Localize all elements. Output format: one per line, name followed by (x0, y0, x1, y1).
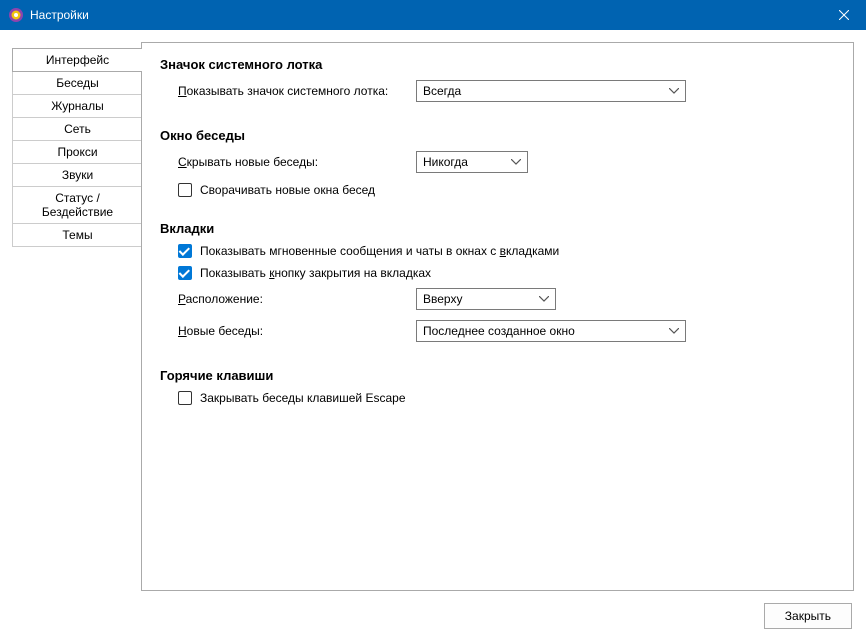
hide-new-convs-select[interactable]: Никогда (416, 151, 528, 173)
show-tray-label: Показывать значок системного лотка: (178, 84, 408, 98)
close-button[interactable]: Закрыть (764, 603, 852, 629)
close-window-button[interactable] (821, 0, 866, 30)
tab-placement-select[interactable]: Вверху (416, 288, 556, 310)
new-convs-select[interactable]: Последнее созданное окно (416, 320, 686, 342)
close-with-escape-label: Закрывать беседы клавишей Escape (200, 391, 406, 405)
section-convwin-title: Окно беседы (160, 128, 835, 143)
window-title: Настройки (30, 8, 89, 22)
section-tray-title: Значок системного лотка (160, 57, 835, 72)
show-im-tabs-checkbox[interactable] (178, 244, 192, 258)
tab-conversations[interactable]: Беседы (12, 71, 142, 95)
show-tray-select[interactable]: Всегда (416, 80, 686, 102)
footer: Закрыть (0, 603, 866, 643)
show-close-on-tabs-label: Показывать кнопку закрытия на вкладках (200, 266, 431, 280)
tab-network[interactable]: Сеть (12, 117, 142, 141)
section-hotkeys-title: Горячие клавиши (160, 368, 835, 383)
content-area: Интерфейс Беседы Журналы Сеть Прокси Зву… (0, 30, 866, 603)
tab-placement-label: Расположение: (178, 292, 408, 306)
hide-new-convs-label: Скрывать новые беседы: (178, 155, 408, 169)
minimize-new-windows-label: Сворачивать новые окна бесед (200, 183, 375, 197)
tab-status-idle[interactable]: Статус / Бездействие (12, 186, 142, 224)
tabs-list: Интерфейс Беседы Журналы Сеть Прокси Зву… (12, 42, 142, 603)
section-tabs-title: Вкладки (160, 221, 835, 236)
new-convs-label: Новые беседы: (178, 324, 408, 338)
show-im-tabs-label: Показывать мгновенные сообщения и чаты в… (200, 244, 559, 258)
tab-logs[interactable]: Журналы (12, 94, 142, 118)
settings-panel: Значок системного лотка Показывать значо… (141, 42, 854, 591)
tab-themes[interactable]: Темы (12, 223, 142, 247)
app-icon (8, 7, 24, 23)
close-with-escape-checkbox[interactable] (178, 391, 192, 405)
show-close-on-tabs-checkbox[interactable] (178, 266, 192, 280)
tab-interface[interactable]: Интерфейс (12, 48, 142, 72)
close-icon (839, 10, 849, 20)
minimize-new-windows-checkbox[interactable] (178, 183, 192, 197)
tab-sounds[interactable]: Звуки (12, 163, 142, 187)
titlebar: Настройки (0, 0, 866, 30)
tab-proxy[interactable]: Прокси (12, 140, 142, 164)
